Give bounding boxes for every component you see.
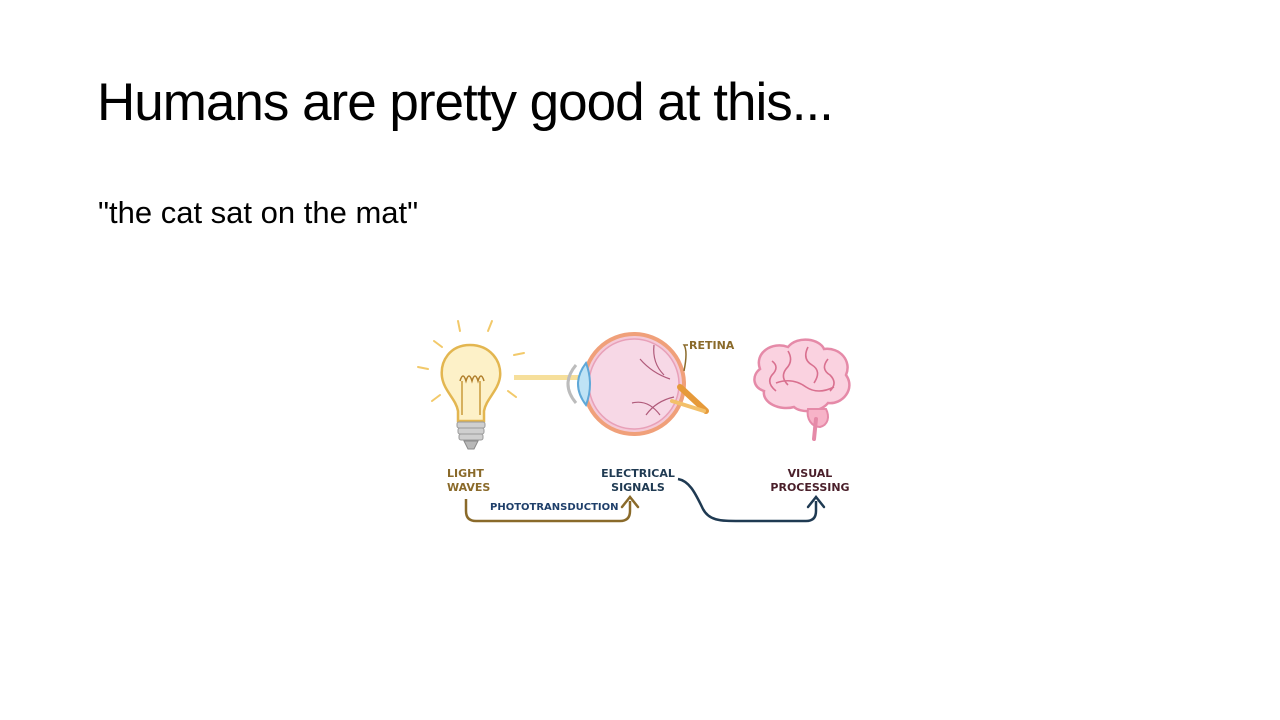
slide: Humans are pretty good at this... "the c…	[0, 0, 1280, 720]
slide-body-text: "the cat sat on the mat"	[98, 195, 419, 230]
brain-icon	[753, 338, 851, 441]
phototransduction-label: PHOTOTRANSDUCTION	[490, 502, 619, 513]
light-label-line1: LIGHT	[447, 467, 484, 480]
retina-label: RETINA	[689, 339, 735, 352]
light-label-line2: WAVES	[447, 481, 490, 494]
signals-label-line2: SIGNALS	[611, 481, 665, 494]
retina-pointer	[682, 344, 688, 372]
vision-process-diagram: RETINA LIGHT WAVES ELECTRICAL SIGNALS VI…	[410, 315, 860, 530]
processing-label-line1: VISUAL	[788, 467, 833, 480]
processing-label-line2: PROCESSING	[770, 481, 849, 494]
vision-diagram-svg: RETINA LIGHT WAVES ELECTRICAL SIGNALS VI…	[417, 320, 851, 523]
signals-label-line1: ELECTRICAL	[601, 467, 675, 480]
light-bulb-icon	[417, 320, 525, 450]
slide-title: Humans are pretty good at this...	[97, 73, 834, 132]
